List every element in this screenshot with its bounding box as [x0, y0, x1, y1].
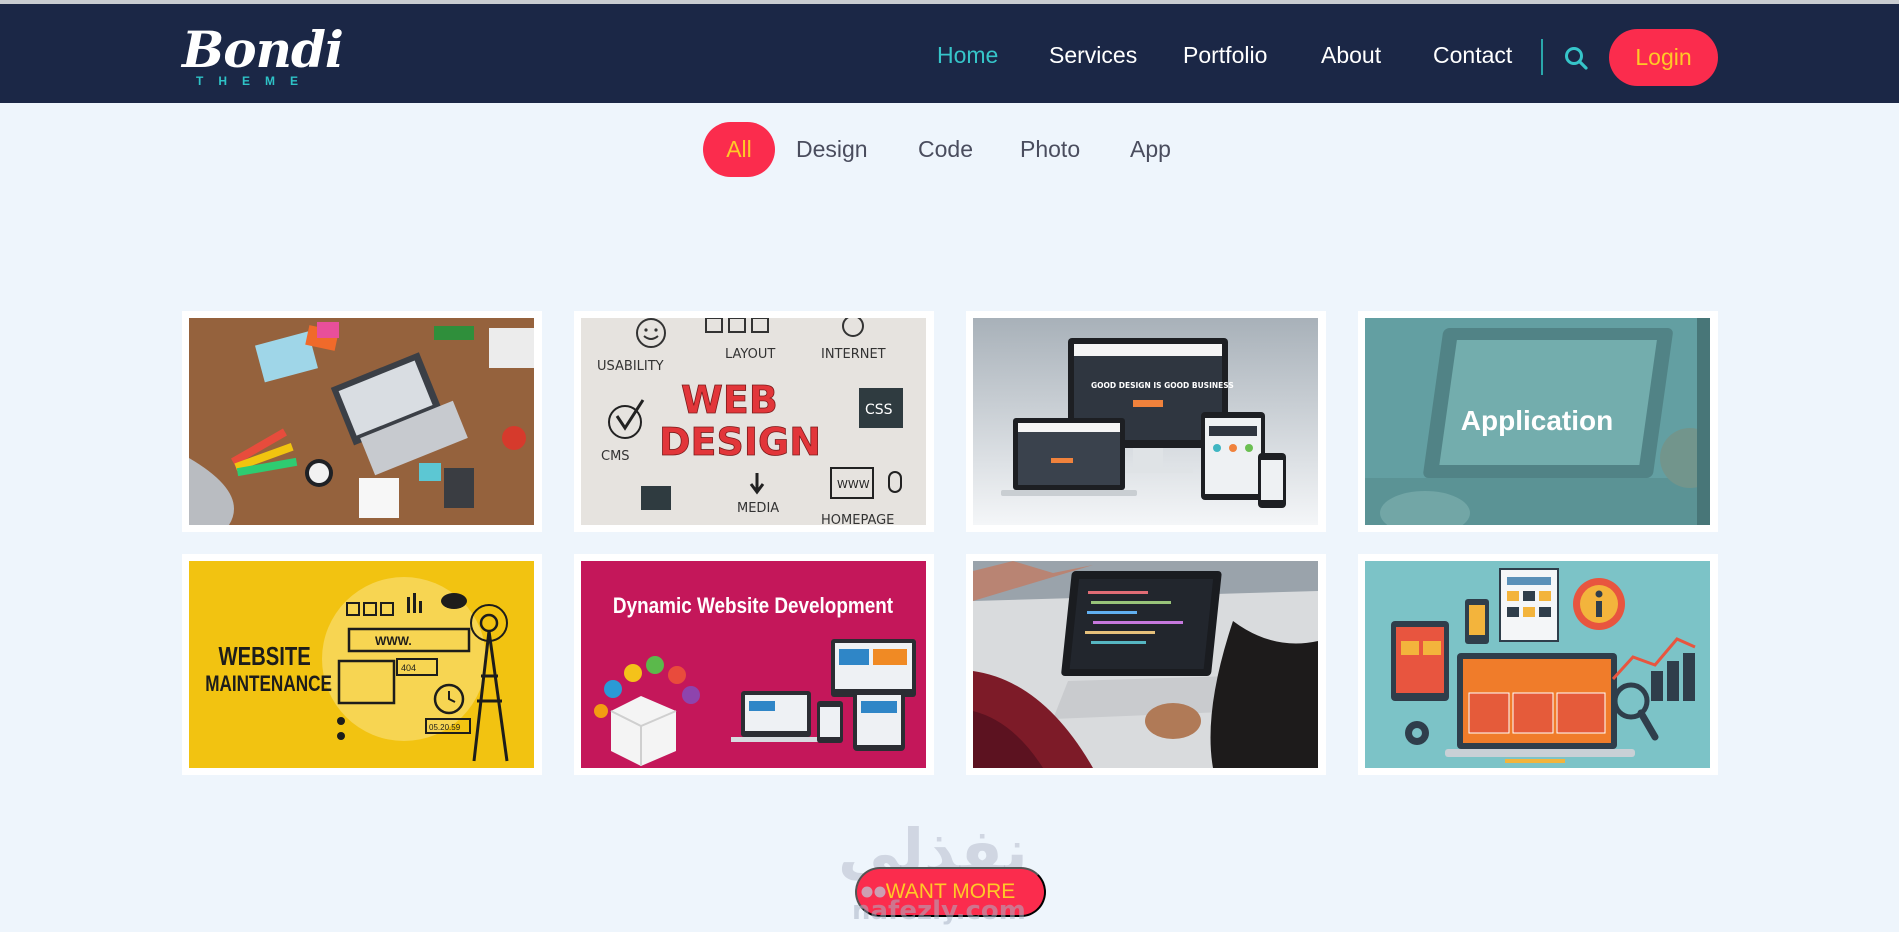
portfolio-card-desk[interactable]	[182, 311, 542, 532]
responsive-devices-graphic: GOOD DESIGN IS GOOD BUSINESS	[973, 318, 1318, 525]
portfolio-card-coding[interactable]	[966, 554, 1326, 775]
dynamic-dev-title: Dynamic Website Development	[613, 594, 893, 619]
coding-photo	[973, 561, 1318, 768]
web-design-graphic: USABILITY LAYOUT INTERNET WEB DESIGN CSS…	[581, 318, 926, 525]
application-overlay-text: Application	[1461, 405, 1613, 436]
logo[interactable]: Bondi THEME	[182, 20, 344, 94]
portfolio-card-application[interactable]: Application	[1358, 311, 1718, 532]
portfolio-card-web-design[interactable]: USABILITY LAYOUT INTERNET WEB DESIGN CSS…	[574, 311, 934, 532]
maintenance-line1: WEBSITE	[219, 642, 311, 671]
nav-divider	[1541, 39, 1543, 75]
word-layout: LAYOUT	[725, 347, 775, 362]
filter-code[interactable]: Code	[918, 122, 973, 177]
application-photo: Application	[1365, 318, 1710, 525]
portfolio-card-dynamic-dev[interactable]: Dynamic Website Development	[574, 554, 934, 775]
nav-contact[interactable]: Contact	[1433, 42, 1512, 69]
word-web: WEB	[681, 378, 778, 422]
word-internet: INTERNET	[821, 347, 886, 362]
nav-portfolio[interactable]: Portfolio	[1183, 42, 1267, 69]
desk-photo	[189, 318, 534, 525]
filter-app[interactable]: App	[1130, 122, 1171, 177]
dynamic-dev-graphic: Dynamic Website Development	[581, 561, 926, 768]
word-media: MEDIA	[737, 501, 779, 516]
filter-all[interactable]: All	[703, 122, 775, 177]
watermark-latin: nafezly.com	[852, 896, 1026, 926]
portfolio-card-analytics[interactable]	[1358, 554, 1718, 775]
search-icon[interactable]	[1563, 45, 1589, 71]
word-homepage: HOMEPAGE	[821, 513, 894, 525]
word-design: DESIGN	[659, 420, 821, 464]
logo-subtitle: THEME	[196, 74, 313, 88]
portfolio-card-maintenance[interactable]: WEBSITE MAINTENANCE WWW. 404 05.20.59	[182, 554, 542, 775]
maintenance-url: WWW.	[375, 634, 412, 648]
maintenance-line2: MAINTENANCE	[205, 672, 332, 697]
responsive-headline: GOOD DESIGN IS GOOD BUSINESS	[1091, 381, 1234, 390]
analytics-graphic	[1365, 561, 1710, 768]
word-css: CSS	[865, 402, 893, 418]
filter-design[interactable]: Design	[796, 122, 868, 177]
nav-home[interactable]: Home	[937, 42, 998, 69]
maintenance-code: 404	[401, 663, 416, 673]
maintenance-date: 05.20.59	[429, 723, 461, 732]
logo-script: Bondi	[182, 20, 344, 79]
word-www: WWW	[837, 478, 870, 491]
nav-services[interactable]: Services	[1049, 42, 1137, 69]
nav-about[interactable]: About	[1321, 42, 1381, 69]
navbar: Bondi THEME Home Services Portfolio Abou…	[0, 4, 1899, 103]
maintenance-graphic: WEBSITE MAINTENANCE WWW. 404 05.20.59	[189, 561, 534, 768]
word-cms: CMS	[601, 449, 630, 464]
portfolio-card-responsive[interactable]: GOOD DESIGN IS GOOD BUSINESS	[966, 311, 1326, 532]
login-button[interactable]: Login	[1609, 29, 1718, 86]
word-usability: USABILITY	[597, 359, 664, 374]
filter-photo[interactable]: Photo	[1020, 122, 1080, 177]
